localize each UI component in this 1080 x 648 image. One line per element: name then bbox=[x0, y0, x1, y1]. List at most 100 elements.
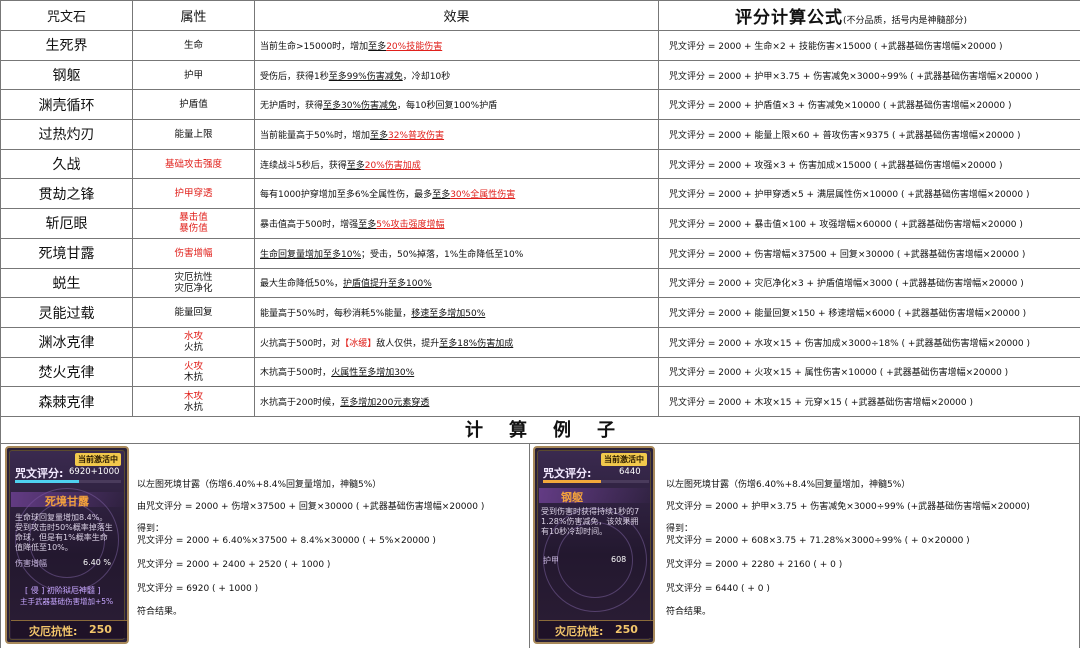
stat-value: 6.40 % bbox=[83, 558, 111, 567]
effect-segment: 【冰缓】 bbox=[340, 338, 377, 349]
effect-segment: 至多 bbox=[432, 190, 451, 201]
resist-value: 250 bbox=[615, 623, 638, 636]
example-left: 当前激活中 咒文评分: 6920+1000 死境甘露 生命球回复量增加8.4%。… bbox=[0, 444, 530, 648]
rune-effect: 无护盾时，获得至多30%伤害减免，每10秒回复100%护盾 bbox=[254, 89, 659, 121]
divine-title: [ 侵 ] 初阶狱厄神髓 ] bbox=[25, 586, 101, 595]
example-title: 计算例子 bbox=[0, 417, 1080, 444]
desc-line: 有10秒冷却时间。 bbox=[541, 527, 608, 536]
table-row: 斩厄眼 暴击值 暴伤值 暴击值高于500时，增强至多5%攻击强度增幅 咒文评分 = 20… bbox=[0, 208, 1080, 239]
rune-attr: 伤害增幅 bbox=[132, 237, 255, 269]
attr-line: 水攻 bbox=[183, 331, 203, 343]
effect-segment: 至多 bbox=[370, 130, 389, 141]
example-right: 当前激活中 咒文评分: 6440 钢躯 受到伤害时获得持续1秒的7 1.28%伤… bbox=[530, 444, 1080, 648]
rune-name: 森棘克律 bbox=[0, 386, 133, 417]
rune-formula: 咒文评分 = 2000 + 护甲×3.75 + 伤害减免×3000÷99% ( … bbox=[658, 59, 1080, 91]
rune-name: 渊冰克律 bbox=[0, 326, 133, 358]
rune-name: 渊壳循环 bbox=[0, 89, 133, 121]
attr-line: 火抗 bbox=[183, 342, 203, 354]
score-value: 6440 bbox=[619, 467, 641, 477]
rune-attr: 生命 bbox=[132, 30, 255, 61]
rune-attr: 灾厄抗性 灾厄净化 bbox=[132, 267, 255, 299]
rune-name: 钢躯 bbox=[561, 491, 583, 504]
rune-attr: 能量上限 bbox=[132, 119, 255, 150]
score-bar bbox=[15, 480, 121, 483]
attr-line: 木抗 bbox=[183, 371, 203, 383]
rune-effect: 木抗高于500时，火属性至多增加30% bbox=[254, 356, 659, 388]
rune-table: 咒文石 属性 效果 评分计算公式(不分品质，括号内是神髓部分) 生死界 生命 当前生… bbox=[0, 0, 1080, 417]
attr-line: 护甲穿透 bbox=[174, 188, 213, 200]
example-line: 咒文评分 = 6920 ( + 1000 ) bbox=[137, 584, 259, 594]
table-row: 生死界 生命 当前生命>15000时，增加至多20%技能伤害 咒文评分 = 2000 … bbox=[0, 30, 1080, 61]
example-line: 符合结果。 bbox=[666, 607, 712, 617]
rune-attr: 能量回复 bbox=[132, 297, 255, 328]
example-line: 以左图死境甘露（伤增6.40%+8.4%回复量增加，神髓5%） bbox=[137, 480, 382, 490]
rune-name: 过热灼刃 bbox=[0, 119, 133, 150]
attr-line: 火攻 bbox=[183, 360, 203, 372]
attr-line: 暴击值 bbox=[179, 212, 208, 224]
table-row: 灵能过载 能量回复 能量高于50%时，每秒消耗5%能量，移速至多增加50% 咒文评分 … bbox=[0, 297, 1080, 328]
rune-effect: 生命回复量增加至多10%；受击，50%掉落，1%生命降低至10% bbox=[254, 237, 659, 269]
example-line: 咒文评分 = 6440 ( + 0 ) bbox=[666, 584, 770, 594]
effect-segment: ；受击，50%掉落，1%生命降低至10% bbox=[361, 249, 524, 260]
rune-attr: 基础攻击强度 bbox=[132, 148, 255, 180]
effect-segment: 木抗高于500时， bbox=[260, 368, 332, 379]
rune-name: 钢躯 bbox=[0, 59, 133, 91]
header-name: 咒文石 bbox=[0, 0, 133, 31]
effect-segment: 20%技能伤害 bbox=[386, 41, 443, 52]
effect-segment: ，冷却10秒 bbox=[402, 71, 451, 82]
effect-segment: 移速至多增加50% bbox=[411, 309, 486, 320]
rune-formula: 咒文评分 = 2000 + 攻强×3 + 伤害加成×15000 ( +武器基础伤… bbox=[658, 148, 1080, 180]
rune-formula: 咒文评分 = 2000 + 能量回复×150 + 移速增幅×6000 ( +武器… bbox=[658, 297, 1080, 328]
stat-value: 608 bbox=[611, 555, 627, 564]
rune-card-right: 当前激活中 咒文评分: 6440 钢躯 受到伤害时获得持续1秒的7 1.28%伤… bbox=[533, 446, 655, 644]
effect-segment: 当前生命>15000时，增加 bbox=[260, 41, 369, 52]
rune-formula: 咒文评分 = 2000 + 伤害增幅×37500 + 回复×30000 ( +武… bbox=[658, 237, 1080, 269]
example-line: 咒文评分 = 2000 + 2280 + 2160 ( + 0 ) bbox=[666, 560, 843, 570]
attr-line: 暴伤值 bbox=[179, 223, 208, 235]
rune-attr: 火攻 木抗 bbox=[132, 356, 255, 388]
rune-name: 斩厄眼 bbox=[0, 208, 133, 239]
table-row: 钢躯 护甲 受伤后，获得1秒至多99%伤害减免，冷却10秒 咒文评分 = 2000 +… bbox=[0, 59, 1080, 91]
score-label: 咒文评分: bbox=[15, 467, 64, 480]
table-row: 蜕生 灾厄抗性 灾厄净化 最大生命降低50%，护盾值提升至多100% 咒文评分 = 20… bbox=[0, 267, 1080, 299]
score-value: 6920+1000 bbox=[69, 467, 120, 477]
rune-name: 死境甘露 bbox=[0, 237, 133, 269]
attr-line: 护甲 bbox=[183, 69, 203, 81]
rune-formula: 咒文评分 = 2000 + 护盾值×3 + 伤害减免×10000 ( +武器基础… bbox=[658, 89, 1080, 121]
rune-attr: 护盾值 bbox=[132, 89, 255, 121]
rune-name: 生死界 bbox=[0, 30, 133, 61]
effect-segment: 护盾值提升至多100% bbox=[343, 279, 432, 290]
active-badge: 当前激活中 bbox=[75, 453, 121, 466]
table-row: 贯劫之锋 护甲穿透 每有1000护穿增加至多6%全属性伤，最多至多30%全属性伤害咒… bbox=[0, 178, 1080, 210]
effect-segment: 连续战斗5秒后，获得 bbox=[260, 160, 347, 171]
rune-name: 灵能过载 bbox=[0, 297, 133, 328]
example-right-text: 以左图死境甘露（伤增6.40%+8.4%回复量增加，神髓5%） 咒文评分 = 2… bbox=[666, 444, 1076, 644]
effect-segment: 至多30%伤害减免 bbox=[323, 101, 398, 112]
attr-line: 能量回复 bbox=[174, 307, 213, 319]
header-formula: 评分计算公式(不分品质，括号内是神髓部分) bbox=[658, 0, 1080, 31]
table-row: 死境甘露 伤害增幅 生命回复量增加至多10%；受击，50%掉落，1%生命降低至10%… bbox=[0, 237, 1080, 269]
effect-segment: 敌人仅供，提升 bbox=[376, 338, 440, 349]
rune-name: 蜕生 bbox=[0, 267, 133, 299]
table-row: 久战 基础攻击强度 连续战斗5秒后，获得至多20%伤害加成 咒文评分 = 2000 +… bbox=[0, 148, 1080, 180]
attr-line: 基础攻击强度 bbox=[164, 158, 222, 170]
effect-segment: 20%伤害加成 bbox=[364, 160, 421, 171]
effect-segment: 至多 bbox=[358, 219, 377, 230]
rune-card-left: 当前激活中 咒文评分: 6920+1000 死境甘露 生命球回复量增加8.4%。… bbox=[5, 446, 129, 644]
example-left-text: 以左图死境甘露（伤增6.40%+8.4%回复量增加，神髓5%） 由咒文评分 = … bbox=[137, 444, 527, 644]
rune-effect: 连续战斗5秒后，获得至多20%伤害加成 bbox=[254, 148, 659, 180]
table-row: 焚火克律 火攻 木抗 木抗高于500时，火属性至多增加30% 咒文评分 = 2000 +… bbox=[0, 356, 1080, 388]
rune-effect: 暴击值高于500时，增强至多5%攻击强度增幅 bbox=[254, 208, 659, 239]
resist-label: 灾厄抗性: bbox=[29, 625, 78, 638]
table-row: 渊壳循环 护盾值 无护盾时，获得至多30%伤害减免，每10秒回复100%护盾 咒文评分… bbox=[0, 89, 1080, 121]
stat-label: 护甲 bbox=[543, 556, 559, 565]
rune-effect: 当前生命>15000时，增加至多20%技能伤害 bbox=[254, 30, 659, 61]
effect-segment: 当前能量高于50%时，增加 bbox=[260, 130, 371, 141]
rune-attr: 护甲 bbox=[132, 59, 255, 91]
effect-segment: 32%普攻伤害 bbox=[388, 130, 445, 141]
rune-formula: 咒文评分 = 2000 + 能量上限×60 + 普攻伤害×9375 ( +武器基… bbox=[658, 119, 1080, 150]
effect-segment: ，每10秒回复100%护盾 bbox=[397, 101, 498, 112]
attr-line: 伤害增幅 bbox=[174, 247, 213, 259]
rune-attr: 暴击值 暴伤值 bbox=[132, 208, 255, 239]
example-line: 符合结果。 bbox=[137, 607, 183, 617]
